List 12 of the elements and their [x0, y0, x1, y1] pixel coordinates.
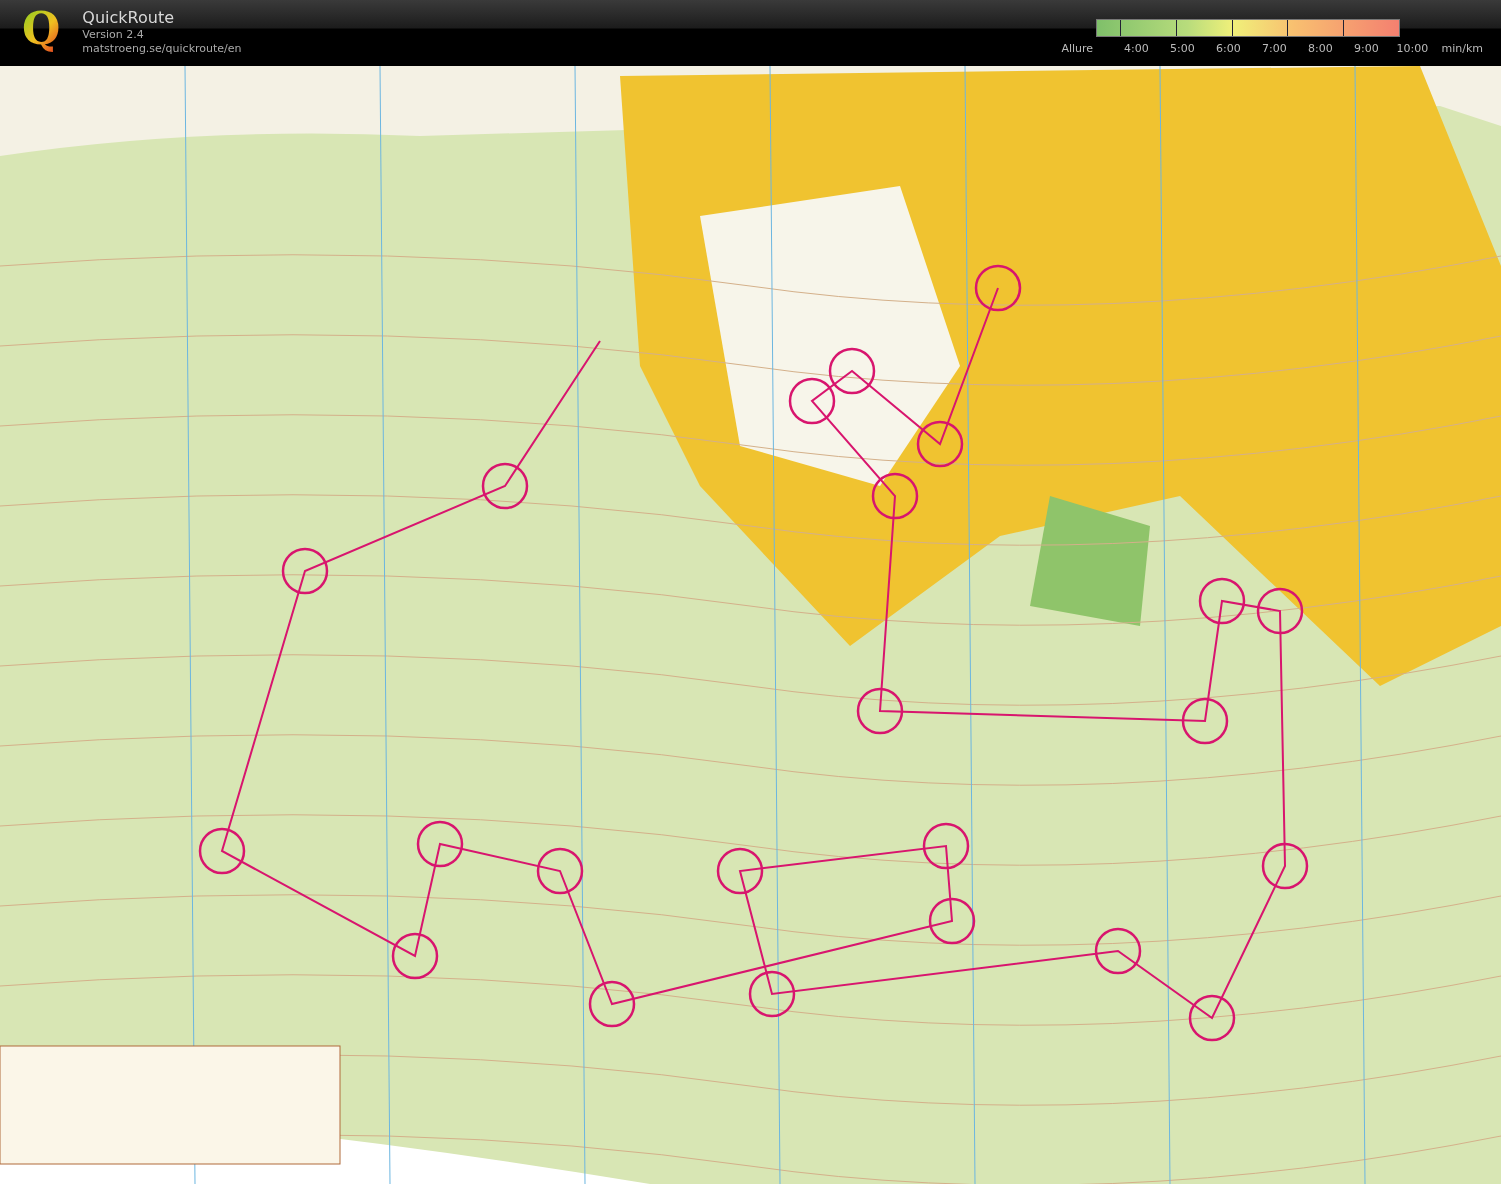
pace-tick-label: 5:00 [1169, 42, 1196, 55]
pace-unit: min/km [1441, 42, 1483, 55]
pace-tick-label: 4:00 [1123, 42, 1150, 55]
pace-tick-label: 10:00 [1395, 42, 1430, 55]
app-title: QuickRoute [82, 8, 175, 28]
pace-tick-label: 9:00 [1353, 42, 1380, 55]
app-url: matstroeng.se/quickroute/en [82, 42, 242, 56]
app-version: Version 2.4 [82, 28, 145, 42]
pace-tick-label: 8:00 [1307, 42, 1334, 55]
pace-tick-label: 7:00 [1261, 42, 1288, 55]
pace-tick-label: 6:00 [1215, 42, 1242, 55]
legend-label: Allure [1061, 42, 1095, 55]
